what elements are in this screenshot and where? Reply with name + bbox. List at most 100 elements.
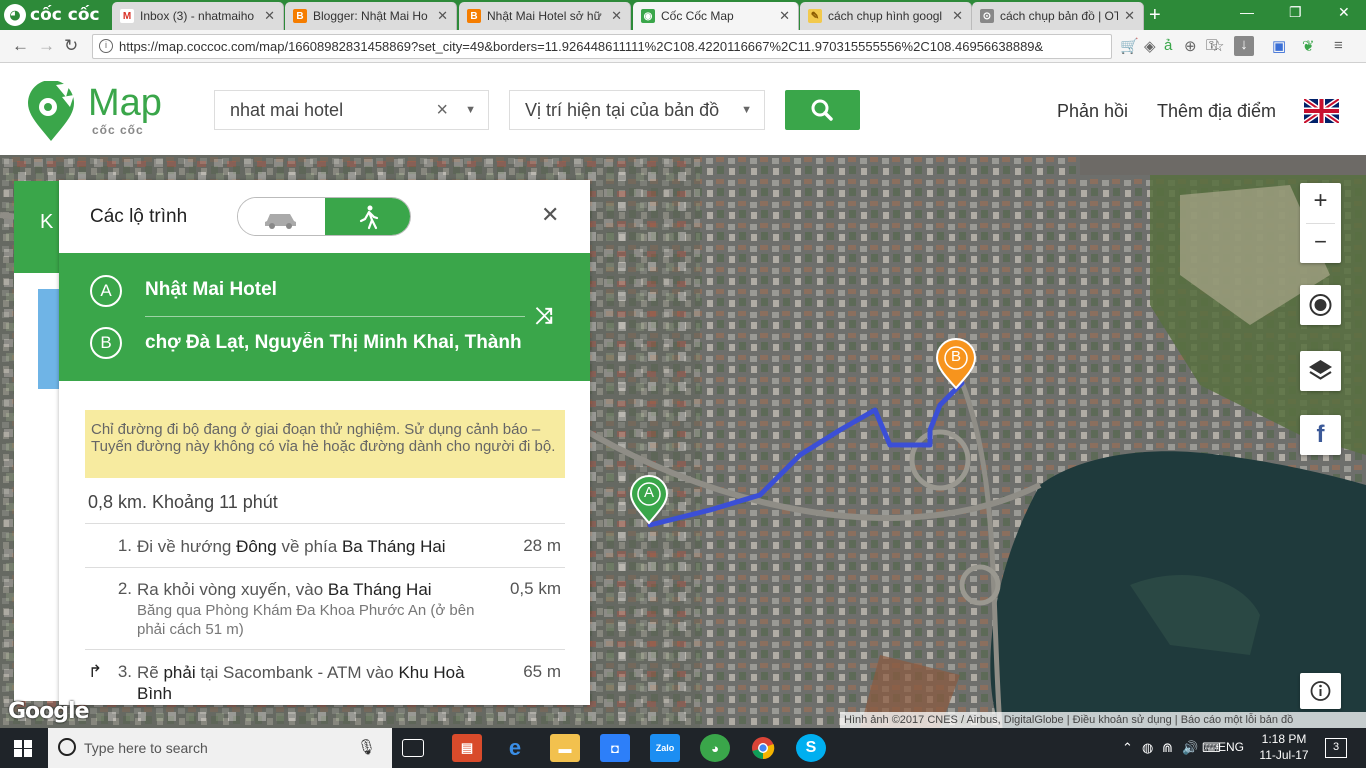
browser-tab-strip: ◕ cốc cốc M Inbox (3) - nhatmaiho ✕ B Blogge… <box>0 0 1366 30</box>
info-button[interactable] <box>1300 673 1341 709</box>
point-b-badge: B <box>90 327 122 359</box>
browser-tab[interactable]: B Blogger: Nhật Mai Ho ✕ <box>285 2 457 30</box>
search-button[interactable] <box>785 90 860 130</box>
zoom-in-button[interactable]: + <box>1300 183 1341 223</box>
info-icon <box>1310 681 1331 701</box>
step-text: Rẽ phải tại Sacombank - ATM vào Khu Hoà … <box>137 663 465 703</box>
search-dropdown-icon[interactable]: ▼ <box>465 91 476 129</box>
close-panel-button[interactable]: ✕ <box>541 202 559 228</box>
restore-icon[interactable]: ❐ <box>1289 4 1302 21</box>
tab-title: Blogger: Nhật Mai Ho <box>313 9 428 23</box>
browser-tab[interactable]: ◉ Cốc Cốc Map ✕ <box>633 2 799 30</box>
network-icon[interactable]: ◍ <box>1142 740 1153 756</box>
search-icon <box>811 99 833 121</box>
search-input[interactable]: nhat mai hotel × ▼ <box>214 90 489 130</box>
browser-tab[interactable]: B Nhật Mai Hotel sở hữ ✕ <box>459 2 631 30</box>
taskbar-search-input[interactable]: Type here to search 🎙 <box>48 728 392 768</box>
brand-label: cốc cốc <box>30 5 100 25</box>
close-tab-icon[interactable]: ✕ <box>779 8 790 24</box>
route-panel-title: Các lộ trình <box>90 206 188 227</box>
action-center-icon[interactable]: 3 <box>1325 738 1347 758</box>
endpoint-divider <box>145 316 525 317</box>
site-header: Map cốc cốc nhat mai hotel × ▼ Vị trí hi… <box>0 63 1366 155</box>
taskbar-clock[interactable]: 1:18 PM 11-Jul-17 <box>1257 731 1311 763</box>
clear-search-icon[interactable]: × <box>436 91 448 129</box>
menu-icon[interactable]: ≡ <box>1334 37 1343 54</box>
coccoc-taskbar-icon[interactable]: ◕ <box>700 734 730 762</box>
task-view-icon[interactable] <box>402 739 424 757</box>
zoom-icon[interactable]: ⊕ <box>1184 37 1197 55</box>
back-arrow-icon[interactable]: ← <box>12 36 29 56</box>
browser-tab[interactable]: ⊙ cách chụp bản đồ | OT ✕ <box>972 2 1144 30</box>
edge-browser-icon[interactable]: e <box>500 734 530 762</box>
close-window-icon[interactable]: ✕ <box>1338 4 1350 21</box>
search-value: nhat mai hotel <box>230 100 344 120</box>
language-indicator[interactable]: ENG <box>1218 740 1244 754</box>
office-app-icon[interactable]: ▤ <box>452 734 482 762</box>
car-mode-button[interactable] <box>238 198 325 235</box>
file-explorer-icon[interactable]: ▬ <box>550 734 580 762</box>
close-tab-icon[interactable]: ✕ <box>264 8 275 24</box>
step-text: Đi về hướng Đông về phía Ba Tháng Hai <box>137 537 446 556</box>
new-tab-button[interactable]: + <box>1149 4 1161 27</box>
my-location-button[interactable] <box>1300 285 1341 325</box>
address-bar-input[interactable]: i https://map.coccoc.com/map/16608982831… <box>92 34 1112 59</box>
step-text: Ra khỏi vòng xuyến, vào Ba Tháng Hai Băng… <box>137 579 487 639</box>
tab-favicon-icon: B <box>467 9 481 23</box>
travel-mode-toggle <box>237 197 411 236</box>
zalo-icon[interactable]: Zalo <box>650 734 680 762</box>
windows-start-icon[interactable] <box>14 740 32 757</box>
tab-favicon-icon: ◉ <box>641 9 655 23</box>
tab-favicon-icon: ⊙ <box>980 9 994 23</box>
marker-a[interactable]: A <box>629 475 669 525</box>
zoom-out-button[interactable]: − <box>1300 224 1341 263</box>
skype-icon[interactable]: S <box>796 734 826 762</box>
close-tab-icon[interactable]: ✕ <box>1124 8 1135 24</box>
reload-icon[interactable]: ↻ <box>64 36 78 56</box>
divider <box>85 567 565 568</box>
wifi-icon[interactable]: ⋒ <box>1162 740 1173 756</box>
minimize-icon[interactable]: — <box>1240 4 1254 20</box>
feedback-link[interactable]: Phản hồi <box>1057 101 1128 122</box>
tray-arrow-icon[interactable]: ⌃ <box>1122 740 1133 756</box>
microphone-icon[interactable]: 🎙 <box>357 728 376 768</box>
volume-icon[interactable]: 🔊 <box>1182 740 1198 756</box>
browser-tab[interactable]: M Inbox (3) - nhatmaiho ✕ <box>112 2 284 30</box>
site-info-icon[interactable]: i <box>99 39 113 53</box>
add-place-link[interactable]: Thêm địa điểm <box>1157 101 1276 122</box>
uk-flag-icon[interactable] <box>1304 99 1339 123</box>
translate-icon[interactable]: ả <box>1164 37 1172 54</box>
walking-warning: Chỉ đường đi bộ đang ở giai đoạn thử ngh… <box>85 410 565 478</box>
browser-tab[interactable]: ✎ cách chụp hình googl ✕ <box>800 2 972 30</box>
coccoc-browser-brand[interactable]: ◕ cốc cốc <box>0 0 112 30</box>
point-a-name[interactable]: Nhật Mai Hotel <box>145 279 535 301</box>
swap-endpoints-icon[interactable]: ⤨ <box>535 303 553 329</box>
leaf-extension-icon[interactable]: ❦ <box>1302 37 1315 55</box>
location-dropdown-icon[interactable]: ▼ <box>741 91 752 129</box>
marker-b-label: B <box>950 348 961 365</box>
coccoc-map-logo[interactable]: Map cốc cốc <box>26 80 162 143</box>
bookmark-star-icon[interactable]: ☆ <box>1211 37 1224 55</box>
satellite-map[interactable]: A B K Các lộ trình ✕ A Nhật Mai Hotel B … <box>0 155 1366 728</box>
chrome-icon[interactable] <box>748 734 778 762</box>
download-icon[interactable]: ↓ <box>1234 36 1254 56</box>
point-a-badge: A <box>90 275 122 307</box>
extension-icon[interactable]: ▣ <box>1272 37 1286 55</box>
store-icon[interactable]: ◘ <box>600 734 630 762</box>
logo-sub-text: cốc cốc <box>92 123 144 137</box>
location-select[interactable]: Vị trí hiện tại của bản đồ ▼ <box>509 90 765 130</box>
map-layers-button[interactable] <box>1300 351 1341 391</box>
tab-favicon-icon: B <box>293 9 307 23</box>
point-b-name[interactable]: chợ Đà Lạt, Nguyễn Thị Minh Khai, Thành <box>145 332 535 354</box>
clock-time: 1:18 PM <box>1261 732 1307 746</box>
facebook-share-button[interactable]: f <box>1300 415 1341 455</box>
cart-icon[interactable]: 🛒 <box>1120 37 1139 55</box>
close-tab-icon[interactable]: ✕ <box>611 8 622 24</box>
forward-arrow-icon[interactable]: → <box>38 36 55 56</box>
windows-taskbar: Type here to search 🎙 ▤ e ▬ ◘ Zalo ◕ S ⌃… <box>0 728 1366 768</box>
close-tab-icon[interactable]: ✕ <box>437 8 448 24</box>
close-tab-icon[interactable]: ✕ <box>952 8 963 24</box>
marker-b[interactable]: B <box>935 338 977 390</box>
walk-mode-button[interactable] <box>325 198 410 235</box>
target-icon[interactable]: ◈ <box>1144 37 1156 55</box>
